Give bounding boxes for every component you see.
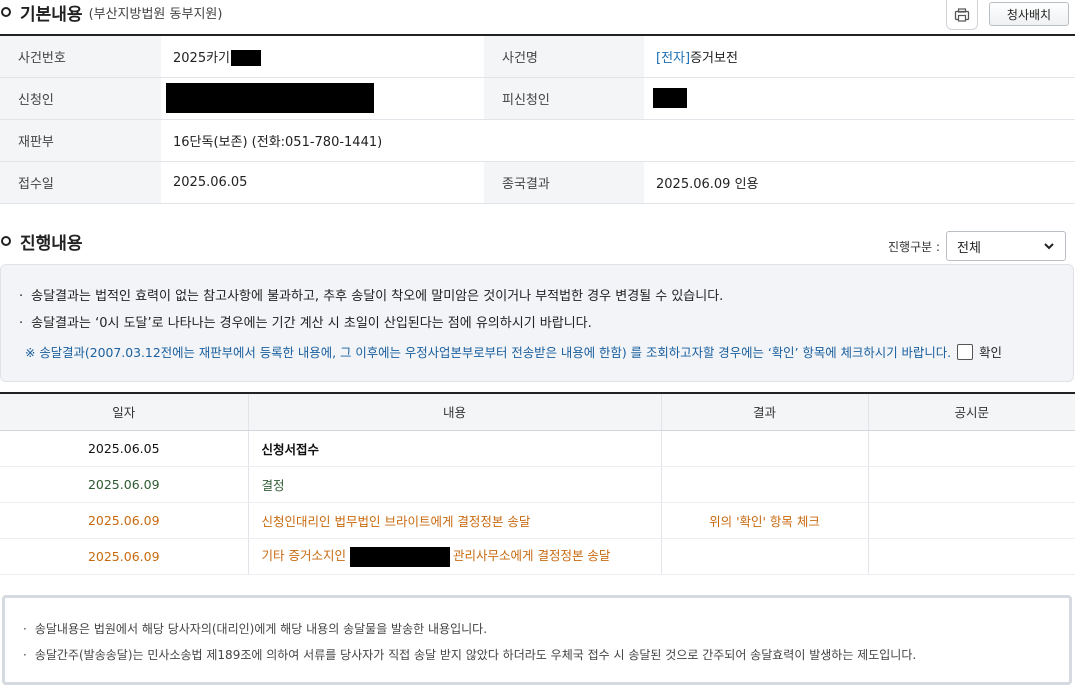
basic-info-title: 기본내용 (20, 4, 83, 25)
info-row: 사건번호 2025카기 사건명 [전자]증거보전 (0, 35, 1075, 78)
column-header-date: 일자 (0, 393, 249, 431)
row-date: 2025.06.09 (0, 502, 249, 539)
delivery-info-box: · 송달내용은 법원에서 해당 당사자의(대리인)에게 해당 내용의 송달물을 발… (2, 595, 1072, 685)
row-content: 결정 (248, 466, 662, 503)
column-header-result: 결과 (661, 393, 869, 431)
row-public-notice (868, 502, 1075, 539)
respondent-value (644, 77, 1075, 120)
progress-filter-value: 전체 (957, 240, 981, 256)
print-button[interactable] (946, 0, 978, 30)
row-result (661, 466, 869, 503)
info-item: · 송달내용은 법원에서 해당 당사자의(대리인)에게 해당 내용의 송달물을 발… (23, 622, 488, 636)
case-name-value: [전자]증거보전 (644, 35, 1075, 78)
table-row: 2025.06.05 신청서접수 (0, 430, 1075, 467)
table-header-row: 일자 내용 결과 공시문 (0, 393, 1075, 431)
column-header-content: 내용 (248, 393, 662, 431)
notice-item: · 송달결과는 법적인 효력이 없는 참고사항에 불과하고, 추후 송달이 착오에… (19, 289, 724, 304)
court-name: (부산지방법원 동부지원) (88, 6, 223, 22)
row-content-before: 기타 증거소지인 (261, 548, 346, 564)
case-name-text: 증거보전 (690, 50, 738, 66)
circle-bullet-icon (1, 7, 11, 17)
delivery-notice-box: · 송달결과는 법적인 효력이 없는 참고사항에 불과하고, 추후 송달이 착오에… (0, 264, 1074, 382)
info-row: 신청인 피신청인 (0, 77, 1075, 120)
progress-header: 진행내용 (0, 227, 83, 255)
case-info-table: 사건번호 2025카기 사건명 [전자]증거보전 신청인 피신청인 재판부 16… (0, 34, 1075, 204)
table-row: 2025.06.09 결정 (0, 466, 1075, 503)
respondent-label: 피신청인 (484, 77, 644, 120)
progress-table: 일자 내용 결과 공시문 2025.06.05 신청서접수 2025.06.09… (0, 392, 1075, 575)
row-result: 위의 '확인' 항목 체크 (661, 502, 869, 539)
progress-filter-select[interactable]: 전체 (946, 231, 1066, 261)
table-row: 2025.06.09 기타 증거소지인 관리사무소에게 결정정본 송달 (0, 538, 1075, 575)
received-date-value: 2025.06.05 (161, 161, 484, 204)
confirm-checkbox-label[interactable]: 확인 (979, 343, 1002, 361)
confirm-notice: ※ 송달결과(2007.03.12전에는 재판부에서 등록한 내용에, 그 이후… (25, 343, 1002, 361)
notice-text: 송달결과는 법적인 효력이 없는 참고사항에 불과하고, 추후 송달이 착오에 … (31, 289, 724, 304)
court-division-label: 재판부 (0, 119, 161, 162)
notice-item: · 송달결과는 ‘0시 도달’로 나타나는 경우에는 기간 계산 시 초일이 산입… (19, 316, 592, 331)
case-number-text: 2025카기 (173, 50, 231, 66)
confirm-notice-text: ※ 송달결과(2007.03.12전에는 재판부에서 등록한 내용에, 그 이후… (25, 345, 952, 360)
applicant-value (161, 77, 484, 120)
table-row: 2025.06.09 신청인대리인 법무법인 브라이트에게 결정정본 송달 위의… (0, 502, 1075, 539)
row-date: 2025.06.09 (0, 466, 249, 503)
column-header-public-notice: 공시문 (868, 393, 1075, 431)
row-public-notice (868, 466, 1075, 503)
redaction-block (231, 50, 262, 66)
case-name-label: 사건명 (484, 35, 644, 78)
applicant-label: 신청인 (0, 77, 161, 120)
info-text: 송달내용은 법원에서 해당 당사자의(대리인)에게 해당 내용의 송달물을 발송… (34, 622, 488, 636)
row-content: 신청서접수 (248, 430, 662, 467)
row-date: 2025.06.05 (0, 430, 249, 467)
info-text: 송달간주(발송송달)는 민사소송법 제189조에 의하여 서류를 당사자가 직접… (34, 648, 917, 662)
progress-title: 진행내용 (20, 233, 83, 254)
electronic-case-tag: [전자] (656, 50, 691, 66)
row-content-after: 관리사무소에게 결정정본 송달 (452, 548, 611, 564)
redaction-block (653, 88, 687, 108)
row-public-notice (868, 538, 1075, 575)
info-row: 재판부 16단독(보존) (전화:051-780-1441) (0, 119, 1075, 162)
info-row: 접수일 2025.06.05 종국결과 2025.06.09 인용 (0, 161, 1075, 204)
case-number-value: 2025카기 (161, 35, 484, 78)
notice-text: 송달결과는 ‘0시 도달’로 나타나는 경우에는 기간 계산 시 초일이 산입된… (31, 316, 592, 331)
progress-filter-label: 진행구분 : (888, 240, 941, 254)
row-result (661, 430, 869, 467)
courthouse-layout-button[interactable]: 청사배치 (989, 2, 1069, 26)
redaction-block (349, 546, 450, 567)
court-division-value: 16단독(보존) (전화:051-780-1441) (161, 119, 1075, 162)
row-result (661, 538, 869, 575)
redaction-block (166, 83, 374, 113)
row-public-notice (868, 430, 1075, 467)
row-content: 기타 증거소지인 관리사무소에게 결정정본 송달 (248, 538, 662, 575)
basic-info-header: 기본내용 (부산지방법원 동부지원) (0, 0, 222, 26)
final-result-label: 종국결과 (484, 161, 644, 204)
received-date-label: 접수일 (0, 161, 161, 204)
row-content: 신청인대리인 법무법인 브라이트에게 결정정본 송달 (248, 502, 662, 539)
circle-bullet-icon (1, 236, 11, 246)
final-result-value: 2025.06.09 인용 (644, 161, 1075, 204)
row-date: 2025.06.09 (0, 538, 249, 575)
confirm-checkbox[interactable] (957, 344, 974, 360)
print-icon (954, 7, 970, 22)
info-item: · 송달간주(발송송달)는 민사소송법 제189조에 의하여 서류를 당사자가 직… (23, 648, 917, 662)
case-number-label: 사건번호 (0, 35, 161, 78)
chevron-down-icon (1044, 243, 1054, 250)
